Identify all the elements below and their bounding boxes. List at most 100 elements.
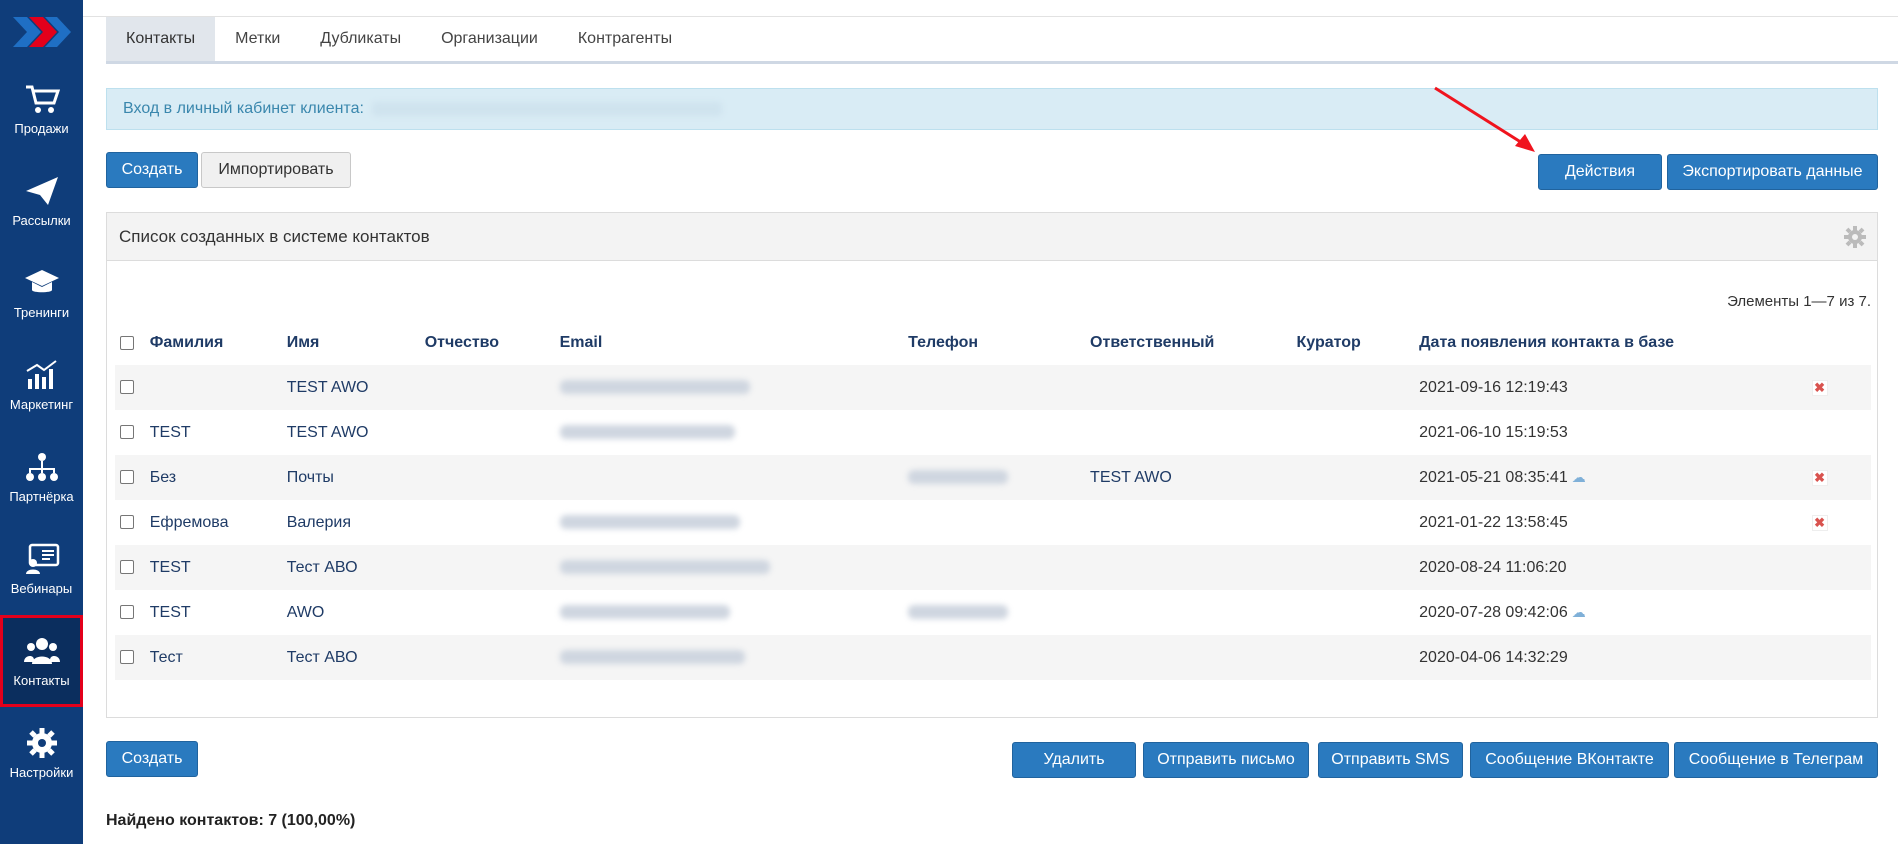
delete-icon[interactable]: ✖ (1811, 514, 1828, 531)
row-checkbox[interactable] (120, 560, 134, 575)
delete-icon[interactable]: ✖ (1811, 469, 1828, 486)
cell-firstname[interactable]: TEST AWO (287, 410, 425, 455)
column-header-email[interactable]: Email (560, 321, 909, 365)
cell-firstname[interactable]: Тест АВО (286, 545, 425, 590)
cell-date: 2020-08-24 11:06:20 (1419, 545, 1812, 590)
sidebar-item-mailings[interactable]: Рассылки (0, 155, 83, 247)
cell-email[interactable] (559, 500, 909, 545)
cell-date: 2020-04-06 14:32:29 (1419, 635, 1812, 680)
logo[interactable] (0, 0, 83, 63)
cell-firstname[interactable]: TEST AWO (286, 365, 425, 410)
cell-firstname[interactable]: Тест АВО (286, 635, 425, 680)
cell-lastname[interactable]: TEST (150, 590, 287, 635)
sidebar-item-settings[interactable]: Настройки (0, 707, 83, 799)
delete-button[interactable]: Удалить (1012, 742, 1136, 778)
cell-responsible (1090, 410, 1296, 455)
select-all-checkbox[interactable] (120, 335, 134, 350)
blurred-email (559, 560, 770, 575)
table-row[interactable]: TEST Тест АВО 2020-08-24 11:06:20 (115, 545, 1871, 590)
paper-plane-icon (25, 176, 58, 205)
cell-lastname[interactable]: TEST (149, 545, 287, 590)
sidebar-item-contacts[interactable]: Контакты (0, 615, 83, 707)
table-row[interactable]: Без Почты TEST AWO 2021-05-21 08:35:41 ☁ … (115, 455, 1871, 500)
tab-organizations[interactable]: Организации (421, 17, 558, 61)
vk-message-button[interactable]: Сообщение ВКонтакте (1470, 742, 1669, 778)
bottom-create-button[interactable]: Создать (106, 741, 198, 777)
row-checkbox[interactable] (120, 380, 134, 395)
export-button[interactable]: Экспортировать данные (1667, 154, 1878, 190)
column-header-phone[interactable]: Телефон (908, 321, 1090, 365)
cell-lastname[interactable]: Ефремова (150, 500, 287, 545)
sidebar-item-label: Рассылки (12, 212, 71, 228)
row-checkbox[interactable] (120, 470, 134, 485)
cell-firstname[interactable]: Валерия (287, 500, 425, 545)
cell-responsible (1090, 590, 1296, 635)
cell-lastname[interactable] (149, 365, 287, 410)
sidebar-item-label: Продажи (14, 120, 69, 136)
row-checkbox[interactable] (120, 515, 134, 530)
cell-lastname[interactable]: Тест (149, 635, 287, 680)
column-header-responsible[interactable]: Ответственный (1090, 321, 1296, 365)
import-button[interactable]: Импортировать (201, 152, 351, 188)
cell-date: 2021-06-10 15:19:53 (1419, 423, 1568, 441)
row-checkbox[interactable] (120, 605, 134, 620)
cell-middlename (424, 365, 560, 410)
cell-email[interactable] (559, 410, 909, 455)
table-row[interactable]: Тест Тест АВО 2020-04-06 14:32:29 (115, 635, 1871, 680)
table-row[interactable]: TEST TEST AWO 2021-06-10 15:19:53 (115, 410, 1871, 455)
blurred-phone (908, 605, 1009, 620)
tab-tags[interactable]: Метки (215, 17, 300, 61)
send-letter-button[interactable]: Отправить письмо (1143, 742, 1309, 778)
sidebar-item-marketing[interactable]: Маркетинг (0, 339, 83, 431)
tab-contacts[interactable]: Контакты (106, 17, 216, 61)
column-header-firstname[interactable]: Имя (287, 321, 425, 365)
actions-button[interactable]: Действия (1538, 154, 1662, 190)
column-header-curator[interactable]: Куратор (1297, 321, 1420, 365)
column-header-middlename[interactable]: Отчество (425, 321, 560, 365)
delete-icon[interactable]: ✖ (1811, 379, 1828, 396)
sidebar-item-label: Вебинары (10, 580, 73, 596)
cell-firstname[interactable]: AWO (287, 590, 425, 635)
gear-icon[interactable] (1843, 225, 1867, 249)
telegram-message-button[interactable]: Сообщение в Телеграм (1674, 742, 1878, 778)
sidebar-item-webinars[interactable]: Вебинары (0, 523, 83, 615)
column-header-lastname[interactable]: Фамилия (150, 321, 287, 365)
gear-icon (26, 727, 57, 758)
cell-phone (908, 500, 1090, 545)
webinar-icon (25, 543, 59, 574)
tab-bar: Контакты Метки Дубликаты Организации Кон… (106, 17, 1898, 64)
tab-counterparties[interactable]: Контрагенты (558, 17, 692, 61)
create-button[interactable]: Создать (106, 152, 198, 188)
cell-email[interactable] (559, 635, 909, 680)
contacts-panel: Список созданных в системе контактов Эле… (106, 212, 1878, 718)
cell-lastname[interactable]: TEST (150, 410, 287, 455)
table-header-row: Фамилия Имя Отчество Email Телефон Ответ… (115, 321, 1871, 365)
cell-email[interactable] (559, 590, 909, 635)
table-row[interactable]: Ефремова Валерия 2021-01-22 13:58:45 ✖ (115, 500, 1871, 545)
cell-phone (908, 545, 1091, 590)
table-row[interactable]: TEST AWO 2020-07-28 09:42:06 ☁ (115, 590, 1871, 635)
cell-email[interactable] (559, 365, 909, 410)
cloud-icon: ☁ (1571, 603, 1586, 620)
row-checkbox[interactable] (120, 650, 134, 665)
date-text: 2021-05-21 08:35:41 (1419, 468, 1568, 486)
chart-icon (25, 359, 57, 389)
tab-duplicates[interactable]: Дубликаты (300, 17, 421, 61)
cell-phone (908, 635, 1091, 680)
graduation-cap-icon (24, 269, 59, 292)
cell-email[interactable] (559, 455, 909, 500)
sidebar-item-sales[interactable]: Продажи (0, 63, 83, 155)
send-sms-button[interactable]: Отправить SMS (1318, 742, 1463, 778)
column-header-date[interactable]: Дата появления контакта в базе (1419, 321, 1811, 365)
cell-date: 2021-09-16 12:19:43 (1419, 365, 1812, 410)
cell-email[interactable] (559, 545, 909, 590)
cart-icon (25, 85, 60, 113)
blurred-link[interactable] (371, 101, 722, 116)
main-content: Контакты Метки Дубликаты Организации Кон… (83, 0, 1898, 844)
sidebar-item-partners[interactable]: Партнёрка (0, 431, 83, 523)
cell-lastname[interactable]: Без (149, 455, 287, 500)
sidebar-item-trainings[interactable]: Тренинги (0, 247, 83, 339)
cell-firstname[interactable]: Почты (286, 455, 425, 500)
row-checkbox[interactable] (120, 425, 134, 440)
table-row[interactable]: TEST AWO 2021-09-16 12:19:43 ✖ (115, 365, 1871, 410)
